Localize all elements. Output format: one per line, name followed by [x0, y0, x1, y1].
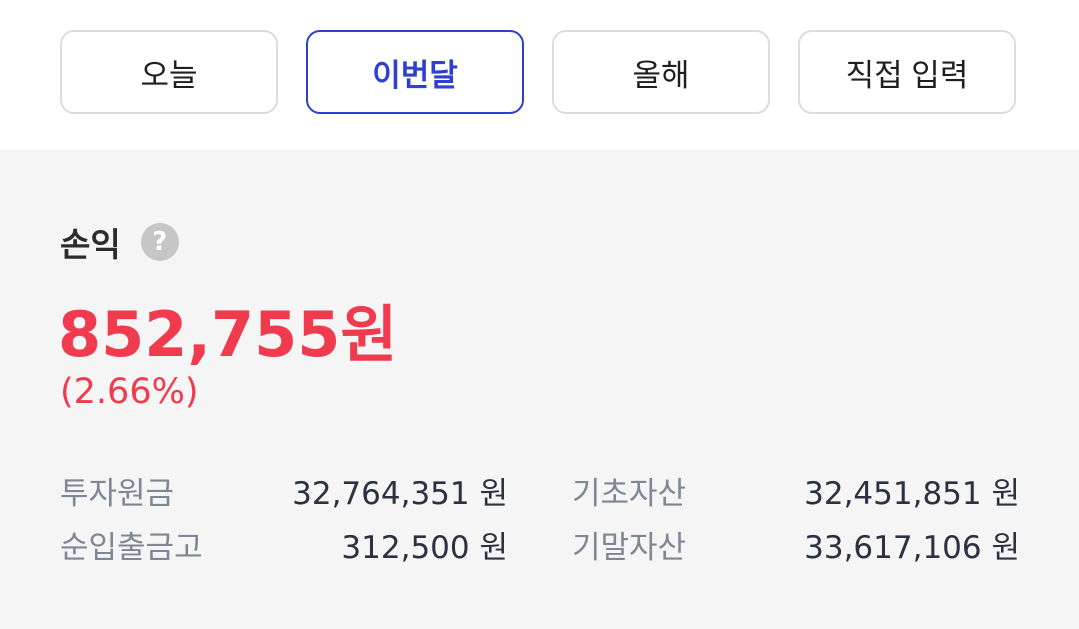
beginning-assets-value: 32,451,851 원 [804, 476, 1020, 512]
tab-today[interactable]: 오늘 [60, 30, 278, 114]
profit-panel: 손익 ? 852,755원 (2.66%) 투자원금 32,764,351 원 … [0, 150, 1079, 629]
net-flow-label: 순입출금고 [60, 530, 203, 566]
profit-title: 손익 [60, 225, 121, 264]
investment-principal-label: 투자원금 [60, 476, 175, 512]
investment-principal-value: 32,764,351 원 [292, 476, 508, 512]
profit-amount: 852,755원 [58, 298, 398, 371]
ending-assets-label: 기말자산 [572, 530, 687, 566]
help-icon[interactable]: ? [140, 223, 179, 261]
tab-this-month[interactable]: 이번달 [306, 30, 524, 114]
tab-this-year[interactable]: 올해 [552, 30, 770, 114]
profit-title-row: 손익 ? [60, 220, 179, 264]
profit-percent: (2.66%) [60, 372, 199, 412]
stats-row: 순입출금고 312,500 원 기말자산 33,617,106 원 [60, 522, 1020, 566]
beginning-assets-label: 기초자산 [572, 476, 687, 512]
profit-summary-screen: 오늘 이번달 올해 직접 입력 손익 ? 852,755원 (2.66%) 투자… [0, 0, 1079, 629]
period-tabs: 오늘 이번달 올해 직접 입력 [60, 30, 1020, 118]
ending-assets-value: 33,617,106 원 [804, 530, 1020, 566]
net-flow-value: 312,500 원 [341, 530, 508, 566]
stats-row: 투자원금 32,764,351 원 기초자산 32,451,851 원 [60, 468, 1020, 512]
tab-custom-input[interactable]: 직접 입력 [798, 30, 1016, 114]
